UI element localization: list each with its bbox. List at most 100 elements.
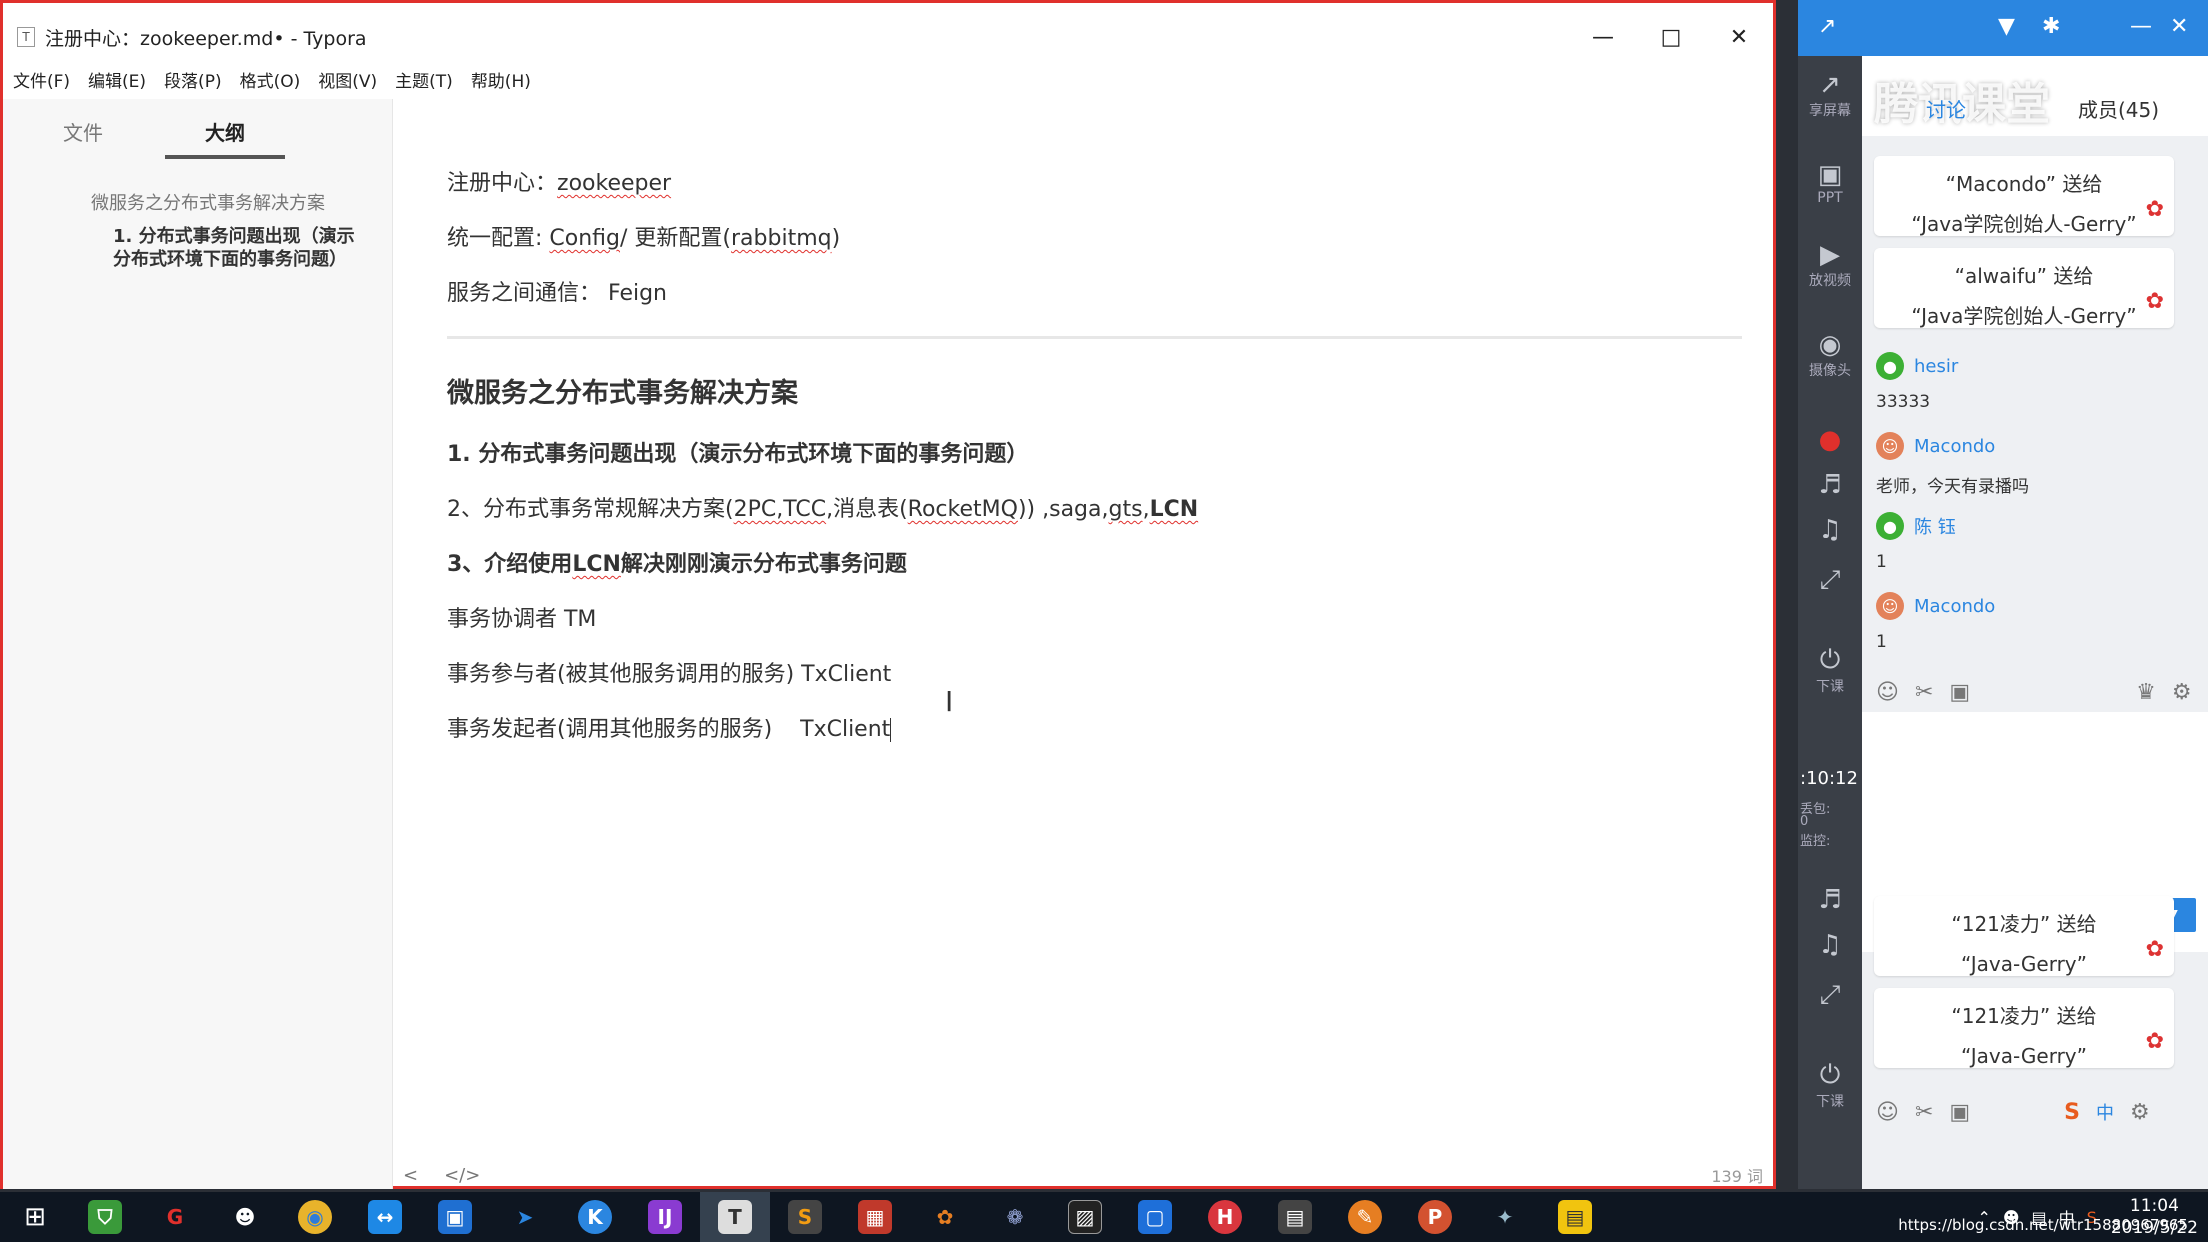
title-bar[interactable]: T 注册中心：zookeeper.md• - Typora — □ ✕ bbox=[3, 15, 1773, 59]
pin-icon[interactable]: ✱ bbox=[2042, 14, 2060, 39]
paragraph-initiator: 事务发起者(调用其他服务的服务) TxClient bbox=[447, 717, 1747, 742]
settings-icon[interactable]: ⚙ bbox=[2172, 680, 2192, 705]
share-screen-icon: ↗ bbox=[1819, 70, 1841, 100]
emoji-icon[interactable]: ☺ bbox=[1876, 1100, 1899, 1125]
app-icon: ✿ bbox=[936, 1205, 954, 1229]
taskbar-app[interactable]: G bbox=[140, 1192, 210, 1242]
tab-members[interactable]: 成员(45) bbox=[2078, 94, 2159, 123]
menu-view[interactable]: 视图(V) bbox=[318, 67, 377, 92]
speaker-icon: ♬ bbox=[1818, 885, 1842, 915]
camera-button[interactable]: ◉ 摄像头 bbox=[1798, 330, 1862, 380]
taskbar-app[interactable]: ❁ bbox=[980, 1192, 1050, 1242]
menu-edit[interactable]: 编辑(E) bbox=[88, 67, 146, 92]
taskbar-app[interactable]: K bbox=[560, 1192, 630, 1242]
chat-user[interactable]: ☺ Macondo bbox=[1876, 432, 1995, 460]
qq-icon: ☻ bbox=[234, 1205, 256, 1229]
chat-user[interactable]: ● hesir bbox=[1876, 352, 1958, 380]
start-button[interactable]: ⊞ bbox=[0, 1192, 70, 1242]
mic-button[interactable]: ● bbox=[1798, 425, 1862, 455]
menu-help[interactable]: 帮助(H) bbox=[471, 67, 531, 92]
taskbar-app[interactable]: ✿ bbox=[910, 1192, 980, 1242]
menu-format[interactable]: 格式(O) bbox=[240, 67, 301, 92]
image-icon[interactable]: ▣ bbox=[1949, 1100, 1970, 1125]
taskbar-app[interactable]: ▨ bbox=[1050, 1192, 1120, 1242]
maximize-button[interactable]: □ bbox=[1637, 15, 1705, 59]
share-icon[interactable]: ↗ bbox=[1818, 14, 1836, 39]
taskbar-app[interactable]: ▤ bbox=[1260, 1192, 1330, 1242]
menu-paragraph[interactable]: 段落(P) bbox=[164, 67, 222, 92]
teamviewer-icon: ↔ bbox=[368, 1200, 402, 1234]
minimize-button[interactable]: — bbox=[1569, 15, 1637, 59]
taskbar-app[interactable]: ▦ bbox=[840, 1192, 910, 1242]
paragraph-communication: 服务之间通信： Feign bbox=[447, 281, 668, 306]
speaker-button[interactable]: ♬ bbox=[1798, 470, 1862, 500]
taskbar-app[interactable]: ✦ bbox=[1470, 1192, 1540, 1242]
video-button[interactable]: ▶ 放视频 bbox=[1798, 240, 1862, 290]
scissors-icon[interactable]: ✂ bbox=[1915, 1100, 1933, 1125]
share-screen-button[interactable]: ↗ 享屏幕 bbox=[1798, 70, 1862, 120]
ppt-button[interactable]: ▣ PPT bbox=[1798, 160, 1862, 206]
window-title: 注册中心：zookeeper.md• - Typora bbox=[45, 27, 367, 50]
app-icon: ❁ bbox=[1006, 1205, 1024, 1229]
taskbar-app[interactable]: ☻ bbox=[210, 1192, 280, 1242]
taskbar-app[interactable]: ⛉ bbox=[70, 1192, 140, 1242]
taskbar-app[interactable]: IJ bbox=[630, 1192, 700, 1242]
speaker-button-2[interactable]: ♬ bbox=[1798, 885, 1862, 915]
sogou-ime-icon[interactable]: S bbox=[2064, 1100, 2080, 1125]
gift-message: “121凌力” 送给 “Java-Gerry” ✿ bbox=[1874, 896, 2174, 976]
taskbar-app[interactable]: ◉ bbox=[280, 1192, 350, 1242]
end-class-button[interactable]: ⏻ 下课 bbox=[1798, 645, 1862, 696]
user-avatar-icon: ☺ bbox=[1876, 592, 1904, 620]
taskbar-app[interactable]: ▢ bbox=[1120, 1192, 1190, 1242]
outline-item-h2[interactable]: 微服务之分布式事务解决方案 bbox=[91, 189, 392, 215]
chat-user[interactable]: ● 陈 钰 bbox=[1876, 512, 1956, 540]
tab-discussion[interactable]: 讨论 bbox=[1926, 94, 1966, 123]
paragraph-item1: 1. 分布式事务问题出现（演示分布式环境下面的事务问题） bbox=[447, 442, 1029, 467]
dropdown-icon[interactable]: ▼ bbox=[1998, 14, 2015, 39]
taskbar-app[interactable]: H bbox=[1190, 1192, 1260, 1242]
text: LCN bbox=[572, 552, 621, 577]
taskbar-app[interactable]: ↔ bbox=[350, 1192, 420, 1242]
tab-outline[interactable]: 大纲 bbox=[165, 99, 285, 159]
settings-icon[interactable]: ⚙ bbox=[2130, 1100, 2150, 1125]
text: 事务发起者(调用其他服务的服务) TxClient bbox=[447, 717, 891, 742]
text: 统一配置: bbox=[447, 226, 550, 251]
text: 2PC,TCC bbox=[733, 497, 827, 522]
fullscreen-button[interactable]: ⤢ bbox=[1798, 565, 1862, 596]
app-icon: ▤ bbox=[1278, 1200, 1312, 1234]
status-bar: < </> 139 词 bbox=[403, 1161, 1763, 1189]
taskbar-app[interactable]: ✎ bbox=[1330, 1192, 1400, 1242]
taskbar-app[interactable]: S bbox=[770, 1192, 840, 1242]
toggle-sidebar-button[interactable]: < bbox=[403, 1165, 418, 1186]
word-count[interactable]: 139 词 bbox=[1711, 1163, 1763, 1187]
taskbar-app-typora[interactable]: T bbox=[700, 1192, 770, 1242]
scissors-icon[interactable]: ✂ bbox=[1915, 680, 1933, 705]
menu-file[interactable]: 文件(F) bbox=[13, 67, 70, 92]
emoji-icon[interactable]: ☺ bbox=[1876, 680, 1899, 705]
taskbar-app[interactable]: ▤ bbox=[1540, 1192, 1610, 1242]
security-shield-icon: ⛉ bbox=[88, 1200, 122, 1234]
menu-theme[interactable]: 主题(T) bbox=[395, 67, 453, 92]
paragraph-participant: 事务参与者(被其他服务调用的服务) TxClient bbox=[447, 662, 892, 687]
source-mode-button[interactable]: </> bbox=[444, 1165, 480, 1186]
music-button[interactable]: ♫ bbox=[1798, 515, 1862, 545]
fullscreen-button-2[interactable]: ⤢ bbox=[1798, 980, 1862, 1011]
gift-icon[interactable]: ♛ bbox=[2136, 680, 2156, 705]
ime-mode[interactable]: 中 bbox=[2096, 1099, 2114, 1125]
tab-files[interactable]: 文件 bbox=[63, 99, 103, 159]
taskbar-app[interactable]: ▣ bbox=[420, 1192, 490, 1242]
paragraph-item3: 3、介绍使用LCN解决刚刚演示分布式事务问题 bbox=[447, 552, 1747, 577]
close-button[interactable]: ✕ bbox=[1705, 15, 1773, 59]
close-icon[interactable]: ✕ bbox=[2170, 14, 2188, 39]
music-button-2[interactable]: ♫ bbox=[1798, 930, 1862, 960]
taskbar-app[interactable]: P bbox=[1400, 1192, 1470, 1242]
chat-user[interactable]: ☺ Macondo bbox=[1876, 592, 1995, 620]
minimize-icon[interactable]: — bbox=[2130, 14, 2152, 39]
text-caret bbox=[890, 718, 892, 742]
outline-item-h3[interactable]: 1. 分布式事务问题出现（演示分布式环境下面的事务问题） bbox=[113, 225, 363, 271]
image-icon[interactable]: ▣ bbox=[1949, 680, 1970, 705]
text: rabbitmq bbox=[731, 226, 832, 251]
editor-content[interactable]: 注册中心：zookeeper 统一配置: Config/ 更新配置(rabbit… bbox=[447, 171, 1747, 772]
end-class-button-2[interactable]: ⏻ 下课 bbox=[1798, 1060, 1862, 1111]
taskbar-app[interactable]: ➤ bbox=[490, 1192, 560, 1242]
